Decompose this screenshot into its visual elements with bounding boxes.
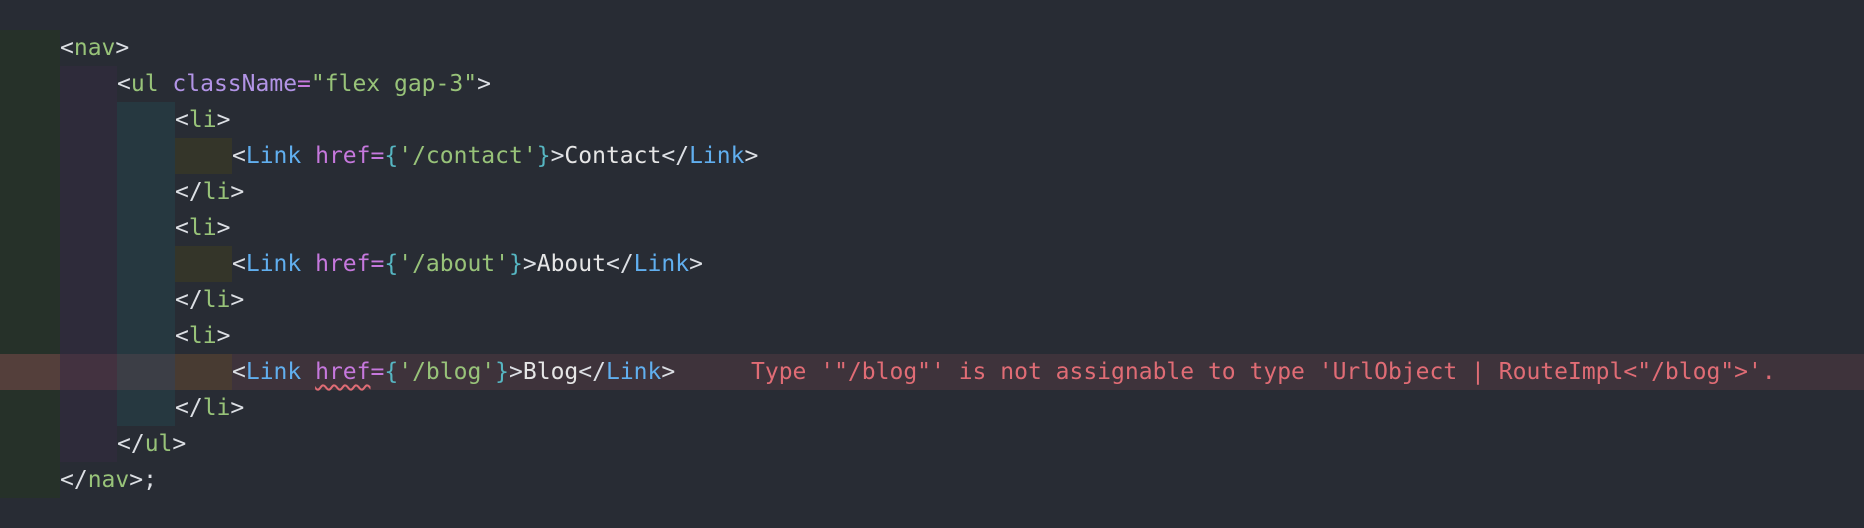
- punctuation: <: [232, 251, 246, 277]
- punctuation: }: [536, 143, 551, 169]
- tag-name: li: [202, 395, 231, 421]
- tag-name: nav: [87, 467, 130, 493]
- punctuation: <: [117, 71, 131, 97]
- punctuation: =: [370, 251, 385, 277]
- punctuation: </: [175, 287, 203, 313]
- punctuation: <: [175, 323, 189, 349]
- punctuation: <: [232, 359, 246, 385]
- punctuation: </: [578, 359, 606, 385]
- tag-name: li: [188, 323, 217, 349]
- code-editor[interactable]: <nav> <ul className="flex gap-3"> <li> <…: [0, 0, 1864, 528]
- code-line[interactable]: </li>: [0, 174, 1864, 210]
- code-line[interactable]: </li>: [0, 390, 1864, 426]
- code-line[interactable]: <li>: [0, 210, 1864, 246]
- punctuation: </: [117, 431, 145, 457]
- punctuation: =: [370, 359, 385, 385]
- code-line[interactable]: </nav>;: [0, 462, 1864, 498]
- punctuation: >: [522, 251, 537, 277]
- code-line[interactable]: <ul className="flex gap-3">: [0, 66, 1864, 102]
- punctuation: }: [495, 359, 510, 385]
- punctuation: >: [509, 359, 523, 385]
- tag-name: ul: [130, 71, 159, 97]
- component-name: Link: [245, 359, 302, 385]
- component-name: Link: [245, 251, 302, 277]
- inline-error-message[interactable]: Type '"/blog"' is not assignable to type…: [751, 354, 1776, 390]
- punctuation: >: [115, 35, 130, 61]
- punctuation: </: [175, 395, 203, 421]
- punctuation: <: [175, 215, 189, 241]
- code-line[interactable]: <nav>: [0, 30, 1864, 66]
- code-line[interactable]: <li>: [0, 102, 1864, 138]
- punctuation: >: [744, 143, 759, 169]
- punctuation: <: [232, 143, 246, 169]
- punctuation: >: [216, 215, 231, 241]
- tag-name: li: [202, 179, 231, 205]
- punctuation: >: [216, 323, 231, 349]
- punctuation: <: [175, 107, 189, 133]
- string-literal: '/about': [398, 251, 509, 277]
- error-squiggle-attribute[interactable]: href: [315, 359, 370, 385]
- punctuation: }: [509, 251, 523, 277]
- attribute-name: href: [315, 143, 371, 169]
- punctuation: >: [230, 179, 245, 205]
- jsx-text: Blog: [522, 359, 579, 385]
- punctuation: {: [384, 143, 399, 169]
- code-line[interactable]: <Link href={'/contact'}>Contact</Link>: [0, 138, 1864, 174]
- punctuation: >: [216, 107, 231, 133]
- punctuation: >: [477, 71, 491, 97]
- punctuation: </: [605, 251, 634, 277]
- punctuation: >: [661, 359, 676, 385]
- punctuation: </: [60, 467, 88, 493]
- string-literal: '/blog': [398, 359, 496, 385]
- string-literal: '/contact': [398, 143, 537, 169]
- tag-name: nav: [73, 35, 116, 61]
- code-line[interactable]: <li>: [0, 318, 1864, 354]
- code-line-error[interactable]: <Link href={'/blog'}>Blog</Link> Type '"/…: [0, 354, 1864, 390]
- tag-name: li: [202, 287, 231, 313]
- punctuation: >: [172, 431, 187, 457]
- jsx-text: Contact: [564, 143, 662, 169]
- punctuation: =: [297, 71, 311, 97]
- tag-name: ul: [144, 431, 173, 457]
- component-name: Link: [605, 359, 662, 385]
- jsx-text: About: [536, 251, 606, 277]
- code-line[interactable]: </ul>: [0, 426, 1864, 462]
- punctuation: >: [230, 287, 245, 313]
- attribute-name: href: [315, 251, 371, 277]
- component-name: Link: [245, 143, 302, 169]
- punctuation: >;: [129, 467, 157, 493]
- component-name: Link: [689, 143, 745, 169]
- component-name: Link: [633, 251, 690, 277]
- punctuation: </: [175, 179, 203, 205]
- punctuation: >: [689, 251, 703, 277]
- string-literal: "flex gap-3": [310, 71, 478, 97]
- code-line[interactable]: </li>: [0, 282, 1864, 318]
- punctuation: {: [384, 359, 399, 385]
- punctuation: <: [60, 35, 74, 61]
- tag-name: li: [188, 107, 217, 133]
- punctuation: {: [384, 251, 399, 277]
- punctuation: =: [370, 143, 385, 169]
- code-line[interactable]: <Link href={'/about'}>About</Link>: [0, 246, 1864, 282]
- punctuation: >: [550, 143, 565, 169]
- tag-name: li: [188, 215, 217, 241]
- punctuation: >: [230, 395, 245, 421]
- punctuation: </: [661, 143, 690, 169]
- attribute-name: className: [172, 71, 298, 97]
